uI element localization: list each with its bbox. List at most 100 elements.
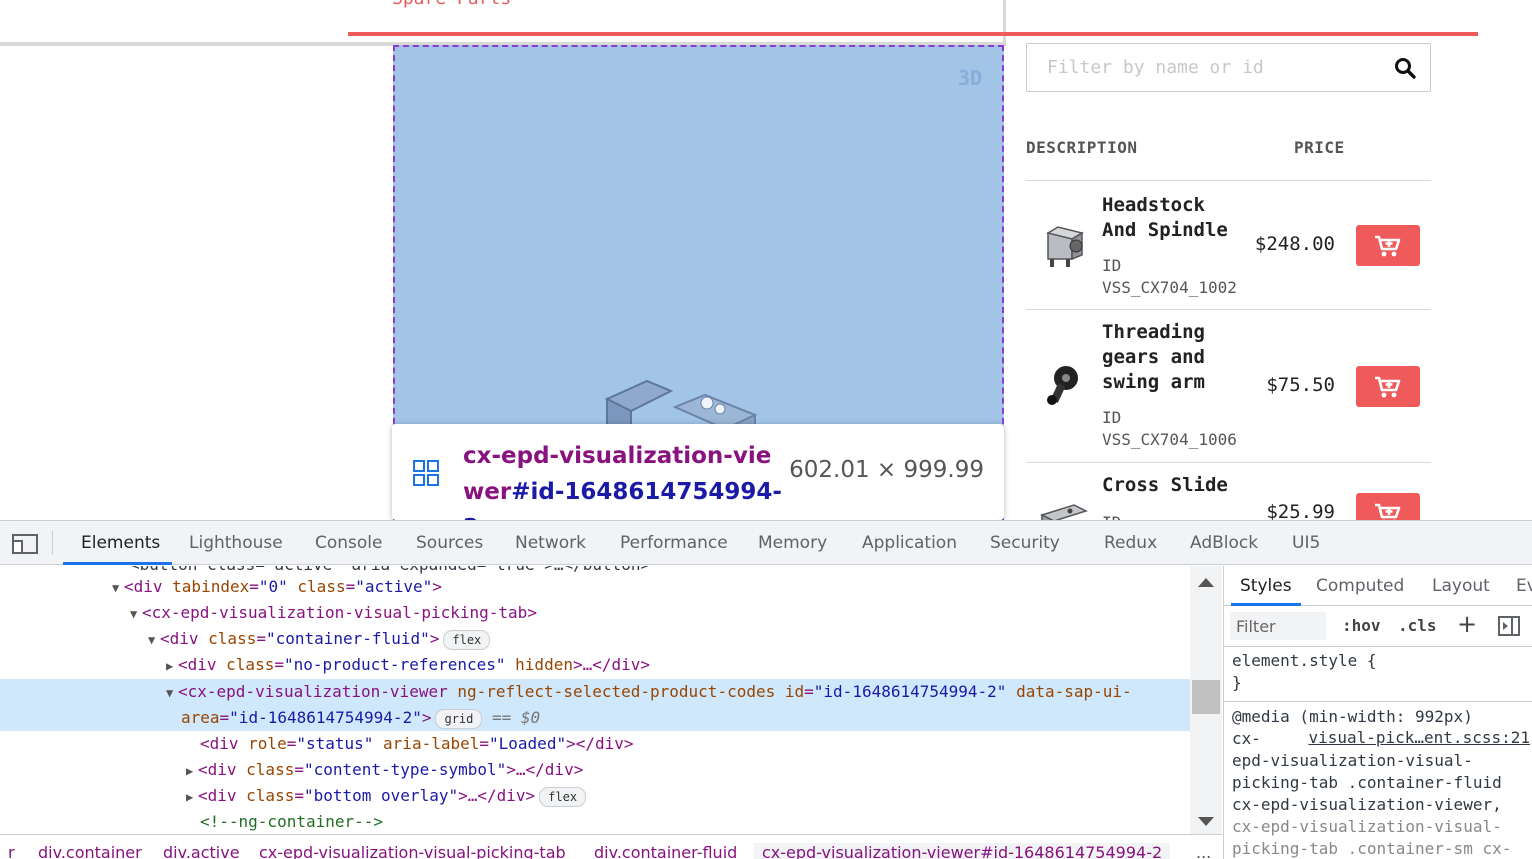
breadcrumb-item-selected[interactable]: cx-epd-visualization-viewer#id-164861475… — [754, 843, 1171, 859]
tab-security[interactable]: Security — [990, 533, 1060, 553]
device-toolbar-icon[interactable] — [12, 533, 38, 555]
dom-tag: <div — [198, 760, 237, 779]
dom-node[interactable]: ▶ <div class="bottom overlay">…</div> flex — [0, 783, 1190, 809]
dom-attr: data-sap-ui- — [1006, 682, 1132, 701]
search-icon[interactable] — [1394, 57, 1416, 79]
rule-selector-prefix: cx- — [1232, 729, 1261, 748]
dom-eq: = — [479, 734, 490, 753]
product-name[interactable]: Threading gears and swing arm — [1102, 320, 1242, 395]
dom-attr: area — [181, 708, 220, 727]
inspect-element-tooltip: cx-epd-visualization-viewer#id-164861475… — [392, 424, 1004, 520]
product-row[interactable]: Cross Slide ID $25.99 — [1026, 463, 1431, 520]
breadcrumb-item[interactable]: cx-epd-visualization-visual-picking-tab — [259, 843, 566, 859]
flex-badge[interactable]: flex — [443, 629, 491, 650]
product-price: $25.99 — [1266, 501, 1335, 520]
dom-val: "no-product-references" — [283, 655, 506, 674]
breadcrumb-item[interactable]: div.container — [38, 843, 142, 859]
expand-arrow-icon[interactable]: ▶ — [186, 784, 198, 810]
new-style-rule-button[interactable]: + — [1457, 610, 1477, 638]
flex-badge[interactable]: flex — [539, 786, 587, 807]
add-to-cart-button[interactable] — [1356, 225, 1420, 266]
tooltip-tag-rest: er — [484, 479, 512, 505]
gears-thumbnail-icon — [1047, 366, 1078, 405]
breadcrumb-item[interactable]: div.active — [163, 843, 240, 859]
toggle-sidebar-icon[interactable] — [1498, 616, 1520, 636]
dom-val: "id-1648614754994-2" — [229, 708, 422, 727]
tab-performance[interactable]: Performance — [620, 533, 728, 553]
dom-val: "Loaded" — [489, 734, 567, 753]
dom-eq: = — [294, 760, 304, 779]
scrollbar-thumb[interactable] — [1192, 680, 1220, 714]
tab-network[interactable]: Network — [515, 533, 586, 553]
product-name[interactable]: Headstock And Spindle — [1102, 193, 1242, 243]
breadcrumb-item[interactable]: r — [8, 843, 15, 859]
dom-tag: <div — [160, 629, 199, 648]
grid-badge[interactable]: grid — [435, 708, 483, 729]
tab-memory[interactable]: Memory — [758, 533, 827, 553]
product-price: $248.00 — [1254, 233, 1335, 255]
tab-application[interactable]: Application — [862, 533, 957, 553]
dom-tag-close: ></div> — [566, 734, 634, 753]
devtools-tab-bar: Elements Lighthouse Console Sources Netw… — [0, 521, 1532, 565]
tab-computed[interactable]: Computed — [1316, 576, 1404, 596]
styles-filter-input[interactable] — [1230, 612, 1326, 640]
collapse-arrow-icon[interactable]: ▼ — [166, 680, 178, 706]
cart-icon — [1375, 503, 1401, 520]
tab-console[interactable]: Console — [315, 533, 383, 553]
class-toggle[interactable]: .cls — [1398, 616, 1437, 635]
tab-elements[interactable]: Elements — [81, 533, 160, 553]
collapse-arrow-icon[interactable]: ▼ — [148, 627, 160, 653]
dom-node[interactable]: ▼ <div tabindex="0" class="active"> — [0, 574, 1190, 600]
dom-node[interactable]: <!--ng-container--> — [0, 809, 1190, 834]
expand-arrow-icon[interactable]: ▶ — [186, 758, 198, 784]
tab-layout[interactable]: Layout — [1432, 576, 1490, 596]
breadcrumb-more[interactable]: ... — [1196, 843, 1211, 859]
dom-eq: = — [219, 708, 230, 727]
dom-node-selected[interactable]: ▼ <cx-epd-visualization-viewer ng-reflect… — [0, 679, 1190, 731]
tab-lighthouse[interactable]: Lighthouse — [189, 533, 283, 553]
breadcrumb-item[interactable]: div.container-fluid — [594, 843, 737, 859]
dom-node[interactable]: ▶ <div class="content-type-symbol">…</div… — [0, 757, 1190, 783]
filter-input[interactable] — [1027, 44, 1387, 91]
dom-attr: ng-reflect-selected-product-codes — [447, 682, 776, 701]
dom-scrollbar[interactable] — [1190, 566, 1222, 834]
section-underline — [348, 32, 1478, 36]
column-header-price: PRICE — [1294, 138, 1345, 157]
tab-styles[interactable]: Styles — [1240, 576, 1292, 596]
tab-sources[interactable]: Sources — [416, 533, 483, 553]
tab-event-listeners[interactable]: Ev — [1516, 576, 1532, 596]
tab-redux[interactable]: Redux — [1104, 533, 1157, 553]
dom-attr: class — [216, 655, 275, 674]
dom-tree[interactable]: <button class="active" aria-expanded="tr… — [0, 566, 1190, 834]
dom-node[interactable]: <div role="status" aria-label="Loaded"><… — [0, 731, 1190, 757]
dom-val: "status" — [296, 734, 374, 753]
tab-ui5[interactable]: UI5 — [1292, 533, 1320, 553]
add-to-cart-button[interactable] — [1356, 493, 1420, 520]
collapse-arrow-icon[interactable]: ▼ — [130, 601, 142, 627]
viewer-mode-label: 3D — [957, 66, 982, 90]
scroll-up-icon[interactable] — [1198, 578, 1214, 587]
active-tab-indicator — [63, 562, 172, 565]
dom-eq: = — [249, 577, 259, 596]
filter-field[interactable] — [1026, 43, 1431, 92]
tooltip-element-id: #id-1648614754994-2 — [463, 479, 782, 520]
collapse-arrow-icon[interactable]: ▼ — [112, 575, 124, 601]
dom-node[interactable]: ▼ <div class="container-fluid"> flex — [0, 626, 1190, 652]
product-row[interactable]: Headstock And Spindle ID VSS_CX704_1002 … — [1026, 181, 1431, 310]
tab-adblock[interactable]: AdBlock — [1190, 533, 1258, 553]
dom-node[interactable]: ▶ <div class="no-product-references" hidd… — [0, 652, 1190, 678]
element-style-selector[interactable]: element.style { — [1232, 650, 1377, 672]
product-row[interactable]: Threading gears and swing arm ID VSS_CX7… — [1026, 310, 1431, 463]
product-name[interactable]: Cross Slide — [1102, 473, 1282, 498]
scroll-down-icon[interactable] — [1198, 817, 1214, 826]
dom-node[interactable]: ▼ <cx-epd-visualization-visual-picking-ta… — [0, 600, 1190, 626]
add-to-cart-button[interactable] — [1356, 366, 1420, 407]
styles-divider — [1224, 646, 1532, 647]
expand-arrow-icon[interactable]: ▶ — [166, 653, 178, 679]
dom-tag: <div — [198, 786, 237, 805]
rule-source-link[interactable]: visual-pick…ent.scss:21 — [1308, 728, 1530, 747]
hover-state-toggle[interactable]: :hov — [1342, 616, 1381, 635]
dom-attr: tabindex — [162, 577, 250, 596]
product-id: VSS_CX704_1002 — [1102, 278, 1237, 297]
dom-attr: class — [198, 629, 257, 648]
